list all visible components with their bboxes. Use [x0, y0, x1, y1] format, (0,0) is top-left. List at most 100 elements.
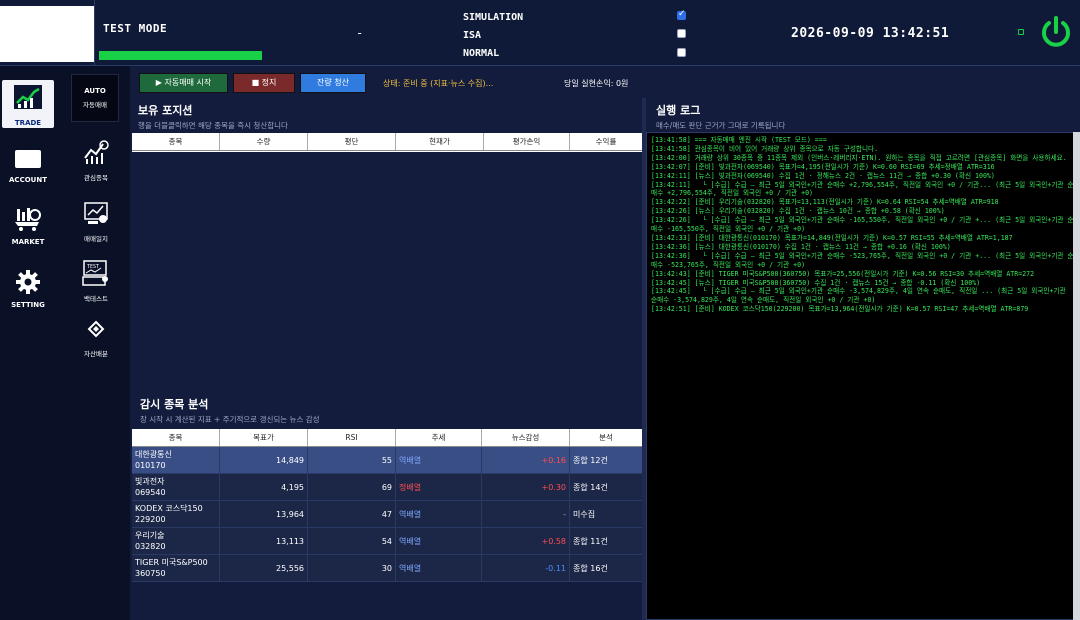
col-qty[interactable]: 수량	[220, 133, 308, 150]
sub-journal[interactable]: 매매일지	[68, 199, 124, 243]
positions-panel: 보유 포지션 행을 더블클릭하면 해당 종목을 즉시 청산합니다 종목 수량 평…	[130, 98, 642, 388]
target-cell: 13,113	[220, 528, 308, 554]
target-cell: 25,556	[220, 555, 308, 581]
analysis-title: 감시 종목 분석	[140, 398, 209, 411]
nav-setting[interactable]: SETTING	[2, 269, 54, 309]
positions-subtitle: 행을 더블클릭하면 해당 종목을 즉시 청산합니다	[138, 121, 288, 130]
log-line: [13:42:36] [뉴스] 대한광통신(010170) 수집 1건 · 캡뉴…	[651, 242, 951, 251]
sub-auto-trade[interactable]: AUTO 자동매매	[71, 74, 119, 122]
sub-allocation[interactable]: 자산배분	[68, 320, 124, 358]
rsi-cell: 54	[308, 528, 396, 554]
start-auto-trade-button[interactable]: ▶ 자동매매 시작	[139, 73, 228, 93]
analysis-table[interactable]: 종목 목표가 RSI 추세 뉴스감성 분석 대한광통신 010170 14,849 5…	[132, 429, 642, 582]
stock-name: 우리기술	[135, 531, 165, 540]
diamond-icon	[87, 320, 105, 338]
mode-indicator-bar	[99, 51, 262, 60]
col-stock[interactable]: 종목	[132, 429, 220, 446]
table-row[interactable]: 대한광통신 010170 14,849 55 역배열 +0.16 종합 12건	[132, 447, 642, 474]
sentiment-cell: +0.30	[482, 474, 570, 500]
log-title: 실행 로그	[656, 104, 701, 117]
rsi-cell: 55	[308, 447, 396, 473]
positions-header-row: 종목 수량 평단 현재가 평가손익 수익률	[132, 133, 642, 151]
col-trend[interactable]: 추세	[396, 429, 482, 446]
col-price[interactable]: 현재가	[396, 133, 484, 150]
stock-cell: 빛과전자 069540	[132, 474, 220, 500]
log-line: [13:41:58] === 자동매매 엔진 시작 (TEST 모드) ===	[651, 136, 827, 144]
gear-icon	[16, 270, 40, 294]
col-return[interactable]: 수익률	[570, 133, 642, 150]
trend-cell: 역배열	[396, 528, 482, 554]
mode-normal-checkbox[interactable]	[677, 48, 686, 57]
logo-area	[0, 6, 94, 62]
log-line: [13:42:26] └ [수급] 수급 — 최근 5일 외국인+기관 순매수 …	[651, 216, 1074, 234]
nav-market[interactable]: MARKET	[2, 206, 54, 246]
sub-journal-label: 매매일지	[84, 235, 108, 243]
nav-setting-label: SETTING	[11, 301, 45, 309]
stock-code: 229200	[135, 515, 166, 524]
sidebar: TRADE ACCOUNT MARKET SETTING AUTO 자동매매 관…	[0, 66, 130, 620]
log-output[interactable]: [13:41:58] === 자동매매 엔진 시작 (TEST 모드) === […	[646, 132, 1080, 620]
col-target[interactable]: 목표가	[220, 429, 308, 446]
log-line: [13:42:26] [뉴스] 우리기술(032820) 수집 1건 · 캡뉴스…	[651, 207, 945, 216]
target-cell: 4,195	[220, 474, 308, 500]
stock-cell: KODEX 코스닥150 229200	[132, 501, 220, 527]
col-rsi[interactable]: RSI	[308, 429, 396, 446]
analysis-cell: 종합 12건	[573, 455, 608, 465]
positions-table[interactable]: 종목 수량 평단 현재가 평가손익 수익률	[132, 133, 642, 386]
col-analysis[interactable]: 분석	[570, 429, 642, 446]
mode-normal-label: NORMAL	[463, 48, 500, 59]
rsi-cell: 30	[308, 555, 396, 581]
stock-code: 360750	[135, 569, 166, 578]
analysis-cell: 미수집	[573, 509, 596, 519]
table-row[interactable]: 우리기술 032820 13,113 54 역배열 +0.58 종합 11건	[132, 528, 642, 555]
log-line: [13:42:43] [준비] TIGER 미국S&P500(360750) 목…	[651, 269, 1035, 278]
sentiment-cell: +0.58	[482, 528, 570, 554]
log-line: [13:42:00] 거래량 상위 30종목 중 11종목 제외 (인버스·레버…	[651, 153, 1067, 162]
rsi-cell: 69	[308, 474, 396, 500]
log-line: [13:42:33] [준비] 대한광통신(010170) 목표가=14,849…	[651, 233, 1013, 242]
analysis-cell: 종합 11건	[573, 536, 608, 546]
sub-backtest[interactable]: TEST 백테스트	[68, 259, 124, 303]
stop-button[interactable]: ■ 정지	[233, 73, 295, 93]
log-subtitle: 매수/매도 판단 근거가 그대로 기록됩니다	[656, 121, 786, 130]
col-eval[interactable]: 평가손익	[484, 133, 570, 150]
col-avg[interactable]: 평단	[308, 133, 396, 150]
table-row[interactable]: TIGER 미국S&P500 360750 25,556 30 역배열 -0.11 종합 1…	[132, 555, 642, 582]
log-panel: 실행 로그 매수/매도 판단 근거가 그대로 기록됩니다 [13:41:58] …	[646, 98, 1080, 620]
log-line: [13:42:45] └ [수급] 수급 — 최근 5일 외국인+기관 순매수 …	[651, 287, 1070, 305]
col-stock[interactable]: 종목	[132, 133, 220, 150]
stock-cell: 대한광통신 010170	[132, 447, 220, 473]
journal-chart-icon	[84, 202, 108, 224]
mode-simulation-checkbox[interactable]	[677, 9, 686, 20]
col-sentiment[interactable]: 뉴스감성	[482, 429, 570, 446]
top-divider	[94, 0, 95, 66]
nav-account[interactable]: ACCOUNT	[2, 148, 54, 184]
top-bar: TEST MODE - SIMULATION ISA NORMAL 2026-0…	[0, 0, 1080, 66]
market-cart-icon	[15, 208, 41, 231]
target-cell: 14,849	[220, 447, 308, 473]
positions-body	[132, 152, 642, 386]
stock-name: KODEX 코스닥150	[135, 504, 203, 513]
stock-code: 069540	[135, 488, 166, 497]
sentiment-cell: +0.16	[482, 447, 570, 473]
stock-code: 032820	[135, 542, 166, 551]
nav-trade[interactable]: TRADE	[2, 80, 54, 128]
table-row[interactable]: 빛과전자 069540 4,195 69 정배열 +0.30 종합 14건	[132, 474, 642, 501]
liquidate-button[interactable]: 잔량 청산	[300, 73, 366, 93]
power-button[interactable]	[1038, 14, 1074, 50]
log-line: [13:42:36] └ [수급] 수급 — 최근 5일 외국인+기관 순매수 …	[651, 251, 1074, 269]
sub-auto-trade-label: 자동매매	[83, 101, 107, 109]
log-line: [13:42:51] [준비] KODEX 코스닥150(229200) 목표가…	[651, 305, 1029, 314]
window-scrollbar[interactable]	[1073, 132, 1080, 620]
sub-watchlist[interactable]: 관심종목	[68, 138, 124, 182]
power-icon	[1042, 16, 1070, 47]
connection-indicator	[1018, 29, 1024, 35]
stock-cell: TIGER 미국S&P500 360750	[132, 555, 220, 581]
stock-code: 010170	[135, 461, 166, 470]
mode-isa-checkbox[interactable]	[677, 29, 686, 38]
log-line: [13:42:07] [준비] 빛과전자(069540) 목표가=4,195(전…	[651, 162, 995, 171]
stock-name: TIGER 미국S&P500	[135, 558, 208, 567]
mode-label: TEST MODE	[103, 22, 168, 35]
analysis-panel: 감시 종목 분석 장 시작 시 계산된 지표 + 주기적으로 갱신되는 뉴스 감…	[130, 388, 642, 620]
table-row[interactable]: KODEX 코스닥150 229200 13,964 47 역배열 - 미수집	[132, 501, 642, 528]
